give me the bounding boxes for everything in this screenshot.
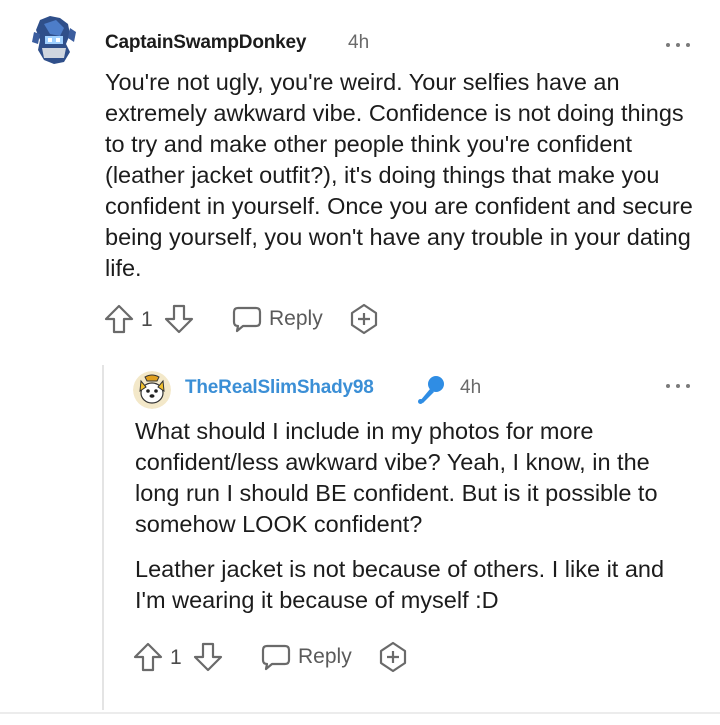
bottom-divider: [0, 712, 720, 714]
upvote-arrow-icon[interactable]: [132, 640, 164, 674]
more-options-icon[interactable]: [664, 381, 692, 391]
comment-1: CaptainSwampDonkey 4h You're not ugly, y…: [0, 0, 720, 350]
comment-body-paragraph-2: Leather jacket is not because of others.…: [135, 556, 665, 613]
award-icon[interactable]: [348, 303, 380, 335]
comment-body-paragraph-1: What should I include in my photos for m…: [135, 418, 658, 537]
downvote-arrow-icon[interactable]: [163, 302, 195, 336]
robot-avatar-icon[interactable]: [30, 14, 78, 72]
dog-avatar-icon[interactable]: [133, 371, 171, 409]
microphone-icon: [418, 376, 444, 404]
reply-bubble-icon[interactable]: [260, 642, 292, 672]
comment-timestamp: 4h: [460, 377, 482, 398]
more-options-icon[interactable]: [664, 40, 692, 50]
vote-score: 1: [141, 308, 153, 331]
award-icon[interactable]: [377, 641, 409, 673]
vote-score: 1: [170, 646, 182, 669]
downvote-arrow-icon[interactable]: [192, 640, 224, 674]
reply-button[interactable]: Reply: [298, 645, 352, 669]
comment-timestamp: 4h: [348, 32, 370, 53]
comment-body: You're not ugly, you're weird. Your self…: [105, 69, 693, 281]
upvote-arrow-icon[interactable]: [103, 302, 135, 336]
reply-bubble-icon[interactable]: [231, 304, 263, 334]
comment-username[interactable]: CaptainSwampDonkey: [105, 32, 306, 54]
reply-button[interactable]: Reply: [269, 307, 323, 331]
comment-username[interactable]: TheRealSlimShady98: [185, 377, 374, 399]
